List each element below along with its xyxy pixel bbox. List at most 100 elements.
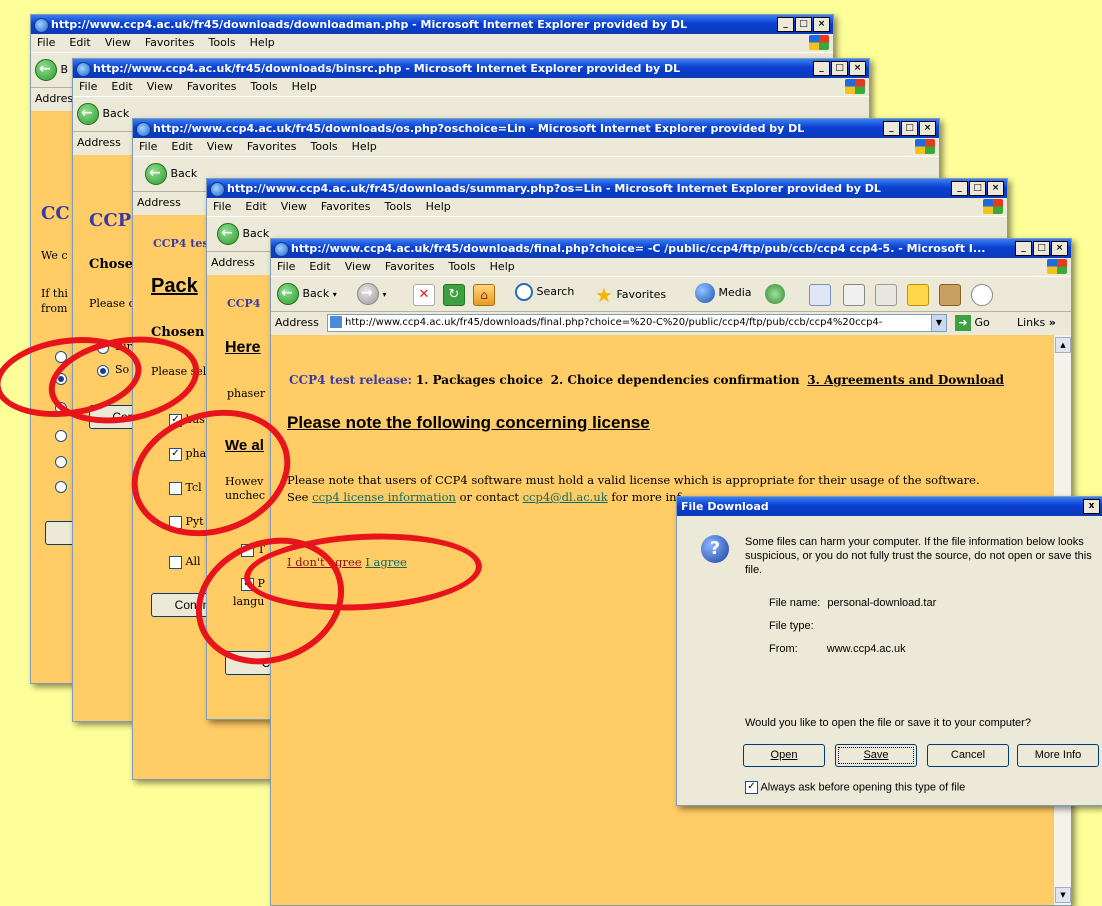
back-button[interactable]: Back ▾ (277, 283, 337, 305)
history-icon[interactable] (765, 284, 785, 304)
back-icon (35, 59, 57, 81)
back-dropdown-icon[interactable]: ▾ (333, 290, 337, 299)
menu-help[interactable]: Help (292, 80, 317, 93)
back-label: B (60, 63, 69, 76)
menu-tools[interactable]: Tools (449, 260, 476, 273)
radio-option-6[interactable] (55, 481, 67, 493)
edit-icon[interactable] (875, 284, 897, 306)
minimize-button[interactable]: _ (813, 61, 830, 76)
back-icon (277, 283, 299, 305)
menu-view[interactable]: View (207, 140, 233, 153)
close-button[interactable]: × (1051, 241, 1068, 256)
dialog-title-bar[interactable]: File Download x (677, 497, 1102, 516)
menu-edit[interactable]: Edit (69, 36, 90, 49)
menu-help[interactable]: Help (490, 260, 515, 273)
menu-edit[interactable]: Edit (309, 260, 330, 273)
back-button[interactable]: Back (145, 163, 197, 185)
media-button[interactable]: Media (695, 283, 752, 303)
menu-help[interactable]: Help (352, 140, 377, 153)
scroll-down-icon[interactable]: ▼ (1055, 887, 1071, 903)
print-icon[interactable] (843, 284, 865, 306)
menu-file[interactable]: File (213, 200, 231, 213)
from-value: www.ccp4.ac.uk (826, 643, 906, 655)
stop-icon[interactable]: ✕ (413, 284, 435, 306)
home-icon[interactable]: ⌂ (473, 284, 495, 306)
forward-button[interactable]: ▾ (357, 283, 387, 305)
back-button[interactable]: B (35, 59, 68, 81)
menu-favorites[interactable]: Favorites (247, 140, 297, 153)
menu-favorites[interactable]: Favorites (321, 200, 371, 213)
menu-file[interactable]: File (277, 260, 295, 273)
research-icon[interactable] (939, 284, 961, 306)
dialog-close-button[interactable]: x (1083, 499, 1100, 514)
menu-tools[interactable]: Tools (385, 200, 412, 213)
title-bar[interactable]: http://www.ccp4.ac.uk/fr45/downloads/fin… (271, 239, 1071, 258)
cancel-button[interactable]: Cancel (927, 744, 1009, 767)
title-bar[interactable]: http://www.ccp4.ac.uk/fr45/downloads/dow… (31, 15, 833, 34)
back-button[interactable]: Back (217, 223, 269, 245)
menu-tools[interactable]: Tools (209, 36, 236, 49)
menu-file[interactable]: File (37, 36, 55, 49)
save-button[interactable]: Save (835, 744, 917, 767)
messenger-icon[interactable] (971, 284, 993, 306)
more-info-button[interactable]: More Info (1017, 744, 1099, 767)
favorites-star-icon: ★ (595, 283, 613, 307)
menu-help[interactable]: Help (426, 200, 451, 213)
go-button[interactable]: ➜ Go (955, 312, 990, 334)
menu-view[interactable]: View (345, 260, 371, 273)
radio-option-4[interactable] (55, 430, 67, 442)
title-bar[interactable]: http://www.ccp4.ac.uk/fr45/downloads/sum… (207, 179, 1007, 198)
title-bar[interactable]: http://www.ccp4.ac.uk/fr45/downloads/bin… (73, 59, 869, 78)
refresh-icon[interactable]: ↻ (443, 284, 465, 306)
ie-icon (210, 182, 225, 197)
checkbox[interactable] (169, 555, 182, 569)
favorites-button[interactable]: ★ Favorites (595, 283, 666, 307)
menu-tools[interactable]: Tools (311, 140, 338, 153)
menu-favorites[interactable]: Favorites (145, 36, 195, 49)
warning-text: Some files can harm your computer. If th… (745, 536, 1092, 576)
mail-icon[interactable] (809, 284, 831, 306)
folder-icon[interactable] (907, 284, 929, 306)
links-button[interactable]: Links » (1017, 312, 1056, 334)
scroll-up-icon[interactable]: ▲ (1055, 337, 1071, 353)
maximize-button[interactable]: □ (831, 61, 848, 76)
minimize-button[interactable]: _ (1015, 241, 1032, 256)
license-info-link[interactable]: ccp4 license information (312, 490, 456, 504)
address-input[interactable]: http://www.ccp4.ac.uk/fr45/downloads/fin… (327, 314, 933, 332)
toolbar: Back ▾ ▾ ✕ ↻ ⌂ Search ★ Favorites Media (271, 276, 1071, 312)
close-button[interactable]: × (849, 61, 866, 76)
minimize-button[interactable]: _ (777, 17, 794, 32)
open-button[interactable]: Open (743, 744, 825, 767)
menu-edit[interactable]: Edit (245, 200, 266, 213)
menu-file[interactable]: File (79, 80, 97, 93)
menu-view[interactable]: View (105, 36, 131, 49)
close-button[interactable]: × (813, 17, 830, 32)
close-button[interactable]: × (919, 121, 936, 136)
minimize-button[interactable]: _ (883, 121, 900, 136)
close-button[interactable]: × (987, 181, 1004, 196)
menu-edit[interactable]: Edit (111, 80, 132, 93)
maximize-button[interactable]: □ (901, 121, 918, 136)
menu-file[interactable]: File (139, 140, 157, 153)
back-label: Back (170, 167, 198, 180)
back-button[interactable]: Back (77, 103, 129, 125)
radio-option-5[interactable] (55, 456, 67, 468)
maximize-button[interactable]: □ (1033, 241, 1050, 256)
address-dropdown-icon[interactable]: ▼ (931, 314, 947, 332)
menu-help[interactable]: Help (250, 36, 275, 49)
back-label: Back (102, 107, 130, 120)
menu-favorites[interactable]: Favorites (385, 260, 435, 273)
search-button[interactable]: Search (515, 283, 574, 301)
title-bar[interactable]: http://www.ccp4.ac.uk/fr45/downloads/os.… (133, 119, 939, 138)
menu-view[interactable]: View (281, 200, 307, 213)
minimize-button[interactable]: _ (951, 181, 968, 196)
maximize-button[interactable]: □ (795, 17, 812, 32)
menu-view[interactable]: View (147, 80, 173, 93)
maximize-button[interactable]: □ (969, 181, 986, 196)
windows-logo-icon (809, 35, 829, 50)
menu-tools[interactable]: Tools (251, 80, 278, 93)
menu-favorites[interactable]: Favorites (187, 80, 237, 93)
menu-edit[interactable]: Edit (171, 140, 192, 153)
always-ask-checkbox[interactable]: ✓ (745, 781, 758, 794)
email-link[interactable]: ccp4@dl.ac.uk (523, 490, 608, 504)
